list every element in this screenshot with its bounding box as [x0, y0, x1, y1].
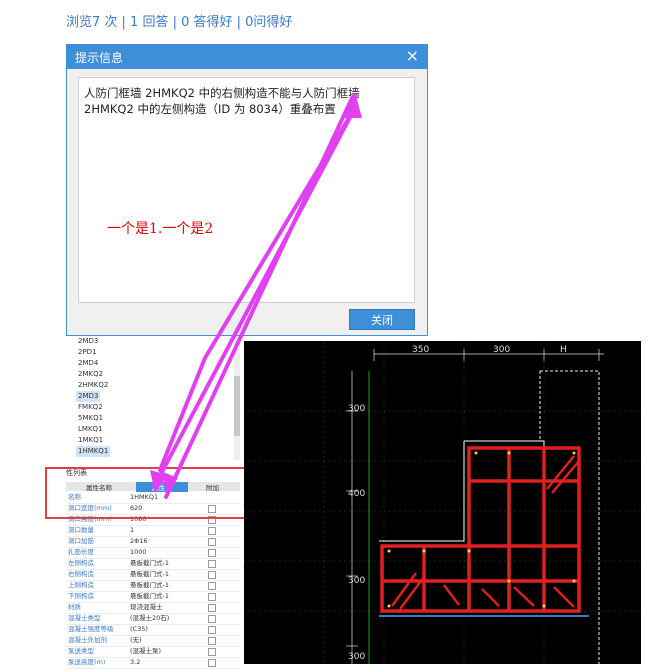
property-checkbox[interactable] [208, 571, 216, 579]
dim-left-3: 300 [348, 576, 365, 586]
dim-left-4: 300 [348, 652, 365, 662]
list-item[interactable]: 2MD3 [76, 391, 101, 402]
property-checkbox[interactable] [208, 637, 216, 645]
rebar-points [387, 451, 576, 608]
dim-top-1: 350 [412, 345, 429, 355]
property-value[interactable]: 1 [130, 525, 134, 536]
property-checkbox[interactable] [208, 659, 216, 667]
property-value[interactable]: 悬板截门式-1 [130, 591, 169, 602]
property-checkbox[interactable] [208, 549, 216, 557]
property-checkbox[interactable] [208, 560, 216, 568]
property-name: 材质 [68, 603, 81, 611]
property-checkbox[interactable] [208, 615, 216, 623]
list-scrollbar[interactable] [234, 336, 240, 460]
prompt-dialog: 提示信息 × 人防门框墙 2HMKQ2 中的右侧构造不能与人防门框墙 2HMKQ… [66, 44, 428, 336]
component-list: 2MD3 2PD1 2MD4 2MKQ2 2HMKQ2 2MD3 FMKQ2 5MKQ1 LMK… [66, 336, 234, 460]
property-checkbox[interactable] [208, 538, 216, 546]
property-value[interactable]: 悬板截门式-1 [130, 580, 169, 591]
property-name: 混凝土强度等级 [68, 625, 114, 633]
property-name: 洞口数量 [68, 526, 94, 534]
property-value[interactable]: 现浇混凝土 [130, 602, 163, 613]
dim-top-2: 300 [493, 345, 510, 355]
wall-outline [379, 440, 545, 542]
property-value[interactable]: (C35) [130, 624, 148, 635]
property-checkbox[interactable] [208, 527, 216, 535]
dialog-title: 提示信息 [75, 51, 124, 65]
dashed-outline [539, 370, 600, 664]
list-item[interactable]: 1HMKQ1 [76, 446, 111, 457]
property-name: 洞口加筋 [68, 537, 94, 545]
property-value[interactable]: 3.2 [130, 657, 140, 668]
property-value[interactable]: (混凝土泵) [130, 646, 161, 657]
property-name: 混凝土类型 [68, 614, 101, 622]
list-item[interactable]: 1MKQ1 [76, 435, 105, 446]
close-icon[interactable]: × [406, 46, 419, 65]
question-stats: 浏览7 次 | 1 回答 | 0 答得好 | 0问得好 [66, 15, 293, 30]
list-item[interactable]: 2MD3 [76, 336, 100, 347]
dim-top-3: H [560, 345, 567, 355]
dialog-message: 人防门框墙 2HMKQ2 中的右侧构造不能与人防门框墙 2HMKQ2 中的左侧构… [78, 77, 415, 303]
list-item[interactable]: LMKQ1 [76, 424, 105, 435]
dim-left-2: 400 [348, 489, 365, 499]
list-item[interactable]: FMKQ2 [76, 402, 105, 413]
list-item[interactable]: 2MKQ2 [76, 369, 105, 380]
property-value[interactable]: 2Φ16 [130, 536, 148, 547]
list-item[interactable]: 5MKQ1 [76, 413, 105, 424]
property-name: 泵送高度(m) [68, 658, 106, 666]
rebar-cage [380, 446, 581, 613]
highlight-box [45, 467, 263, 519]
property-checkbox[interactable] [208, 604, 216, 612]
rebar-ties [390, 455, 580, 610]
property-value[interactable]: 悬板截门式-1 [130, 558, 169, 569]
dialog-titlebar: 提示信息 × [67, 45, 427, 69]
cad-drawing: 350 300 H 300 400 300 300 [244, 341, 641, 664]
property-name: 下侧构造 [68, 592, 94, 600]
property-name: 扎筋长度 [68, 548, 94, 556]
property-value[interactable]: 1000 [130, 547, 147, 558]
property-name: 右侧构造 [68, 570, 94, 578]
cad-canvas[interactable]: 350 300 H 300 400 300 300 [244, 341, 641, 664]
property-value[interactable]: 悬板截门式-1 [130, 569, 169, 580]
annotation-text: 一个是1.一个是2 [107, 221, 214, 237]
property-name: 左侧构造 [68, 559, 94, 567]
property-checkbox[interactable] [208, 648, 216, 656]
property-value[interactable]: (混凝土20石) [130, 613, 169, 624]
property-value[interactable]: (无) [130, 635, 142, 646]
property-name: 混凝土外加剂 [68, 636, 107, 644]
property-checkbox[interactable] [208, 626, 216, 634]
property-name: 泵送类型 [68, 647, 94, 655]
property-checkbox[interactable] [208, 582, 216, 590]
scroll-thumb[interactable] [234, 376, 240, 436]
list-item[interactable]: 2PD1 [76, 347, 99, 358]
list-item[interactable]: 2HMKQ2 [76, 380, 110, 391]
property-checkbox[interactable] [208, 593, 216, 601]
property-name: 上侧构造 [68, 581, 94, 589]
dim-left-1: 300 [348, 404, 365, 414]
table-row[interactable]: 泵送高度(m) 3.2 [66, 657, 240, 669]
close-button[interactable]: 关闭 [349, 309, 415, 330]
list-item[interactable]: 2MD4 [76, 358, 100, 369]
